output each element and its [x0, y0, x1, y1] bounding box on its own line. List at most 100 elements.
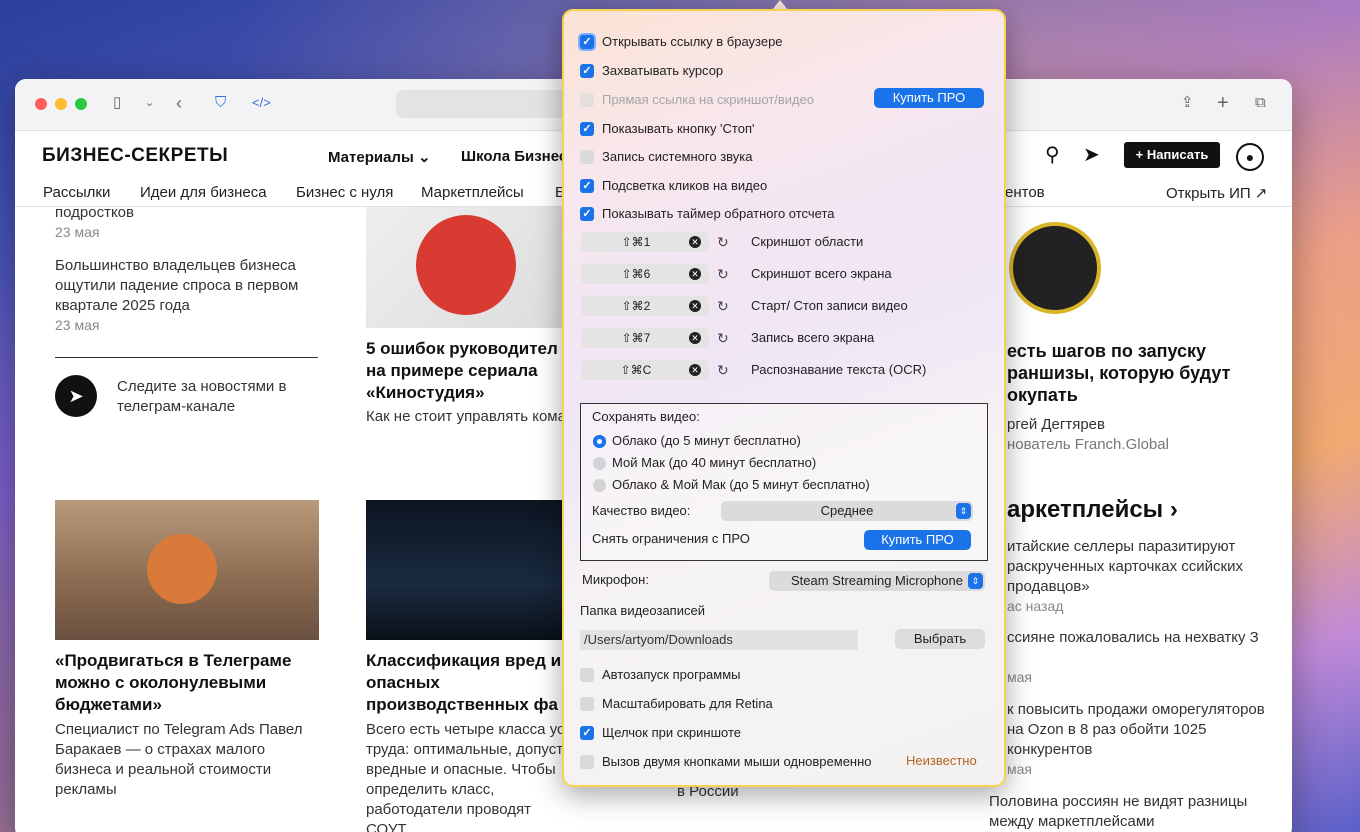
article-photo[interactable] [366, 500, 562, 640]
new-tab-icon[interactable]: + [1217, 93, 1229, 113]
hotkey-label: Старт/ Стоп записи видео [751, 298, 908, 313]
subnav-marketplaces[interactable]: Маркетплейсы [421, 184, 524, 201]
radio-selected-icon[interactable] [593, 435, 606, 448]
hotkey-field[interactable]: ⇧⌘C ✕ [581, 360, 709, 380]
nav-school[interactable]: Школа Бизнес [461, 148, 567, 165]
hotkey-keys: ⇧⌘2 [621, 299, 651, 313]
article-photo[interactable] [366, 207, 562, 328]
zoom-window-button[interactable] [75, 98, 87, 110]
clear-icon[interactable]: ✕ [689, 364, 701, 376]
settings-popup: ✓ Открывать ссылку в браузере ✓ Захватыв… [562, 9, 1006, 787]
author-photo[interactable] [1009, 222, 1101, 314]
subnav-open-ip[interactable]: Открыть ИП ↗ [1166, 184, 1267, 202]
checkbox-checked-icon[interactable]: ✓ [580, 35, 594, 49]
tabs-overview-icon[interactable]: ⧉ [1255, 93, 1266, 113]
checkbox-checked-icon[interactable]: ✓ [580, 122, 594, 136]
checkbox-checked-icon[interactable]: ✓ [580, 64, 594, 78]
author-role: нователь Franch.Global [1007, 436, 1169, 453]
checkbox-icon[interactable] [580, 150, 594, 164]
folder-path-field[interactable]: /Users/artyom/Downloads [580, 630, 858, 650]
share-icon[interactable]: ⇪ [1181, 93, 1194, 113]
buy-pro-button[interactable]: Купить ПРО [874, 88, 984, 108]
hotkey-field[interactable]: ⇧⌘2 ✕ [581, 296, 709, 316]
news-item[interactable]: ссияне пожаловались на нехватку З [1007, 628, 1267, 648]
site-logo[interactable]: БИЗНЕС-СЕКРЕТЫ [42, 145, 228, 167]
section-title-marketplaces[interactable]: аркетплейсы › [1007, 495, 1178, 525]
reset-icon[interactable]: ↻ [717, 328, 729, 348]
checkbox-checked-icon[interactable]: ✓ [580, 179, 594, 193]
hotkey-keys: ⇧⌘C [620, 363, 652, 377]
shield-icon[interactable]: ⛉ [215, 93, 226, 113]
checkbox-icon[interactable] [580, 755, 594, 769]
subnav-from-scratch[interactable]: Бизнес с нуля [296, 184, 393, 201]
telegram-icon[interactable]: ➤ [1083, 143, 1100, 167]
telegram-follow-link[interactable]: Следите за новостями в телеграм-канале [117, 377, 297, 417]
clear-icon[interactable]: ✕ [689, 332, 701, 344]
news-item[interactable]: Половина россиян не видят разницы между … [989, 792, 1269, 832]
subnav-partial-2[interactable]: ентов [1005, 184, 1045, 201]
hotkey-field[interactable]: ⇧⌘6 ✕ [581, 264, 709, 284]
search-icon[interactable]: ⚲ [1045, 143, 1060, 167]
article-title[interactable]: «Продвигаться в Телеграме можно с околон… [55, 650, 315, 716]
reset-icon[interactable]: ↻ [717, 296, 729, 316]
checkbox-icon[interactable] [580, 697, 594, 711]
status-unknown: Неизвестно [906, 753, 977, 768]
back-icon[interactable]: ‹ [176, 93, 182, 113]
subnav-newsletters[interactable]: Рассылки [43, 184, 110, 201]
news-item[interactable]: итайские селлеры паразитируют раскрученн… [1007, 537, 1267, 597]
subnav-ideas[interactable]: Идеи для бизнеса [140, 184, 267, 201]
radio-icon[interactable] [593, 479, 606, 492]
write-button[interactable]: + Написать [1124, 142, 1220, 168]
news-item-tail[interactable]: подростков [55, 203, 315, 223]
option-label: Масштабировать для Retina [602, 696, 773, 711]
news-item[interactable]: Большинство владельцев бизнеса ощутили п… [55, 256, 315, 316]
article-photo[interactable] [55, 500, 319, 640]
hotkey-label: Скриншот области [751, 234, 864, 249]
chevron-down-icon[interactable]: ⌄ [145, 93, 154, 113]
article-title[interactable]: Классификация вред и опасных производств… [366, 650, 566, 716]
microphone-select[interactable]: Steam Streaming Microphone ⇕ [769, 571, 985, 591]
code-icon[interactable]: </> [252, 93, 271, 113]
minimize-window-button[interactable] [55, 98, 67, 110]
option-label: Щелчок при скриншоте [602, 725, 742, 740]
telegram-channel-icon[interactable]: ➤ [55, 375, 97, 417]
hotkey-keys: ⇧⌘7 [621, 331, 651, 345]
reset-icon[interactable]: ↻ [717, 360, 729, 380]
hotkey-field[interactable]: ⇧⌘1 ✕ [581, 232, 709, 252]
radio-label-mac[interactable]: Мой Мак (до 40 минут бесплатно) [612, 454, 816, 472]
article-title[interactable]: 5 ошибок руководител на примере сериала … [366, 338, 566, 404]
reset-icon[interactable]: ↻ [717, 264, 729, 284]
option-label: Вызов двумя кнопками мыши одновременно [602, 754, 872, 769]
sidebar-icon[interactable]: ▯ [113, 93, 121, 113]
checkbox-checked-icon[interactable]: ✓ [580, 207, 594, 221]
hotkey-field[interactable]: ⇧⌘7 ✕ [581, 328, 709, 348]
person-figure [147, 534, 217, 604]
reset-icon[interactable]: ↻ [717, 232, 729, 252]
quality-select[interactable]: Среднее ⇕ [721, 501, 973, 521]
mic-label-text: Микрофон: [582, 572, 649, 587]
close-window-button[interactable] [35, 98, 47, 110]
radio-label-both[interactable]: Облако & Мой Мак (до 5 минут бесплатно) [612, 476, 870, 494]
option-label: Показывать кнопку 'Стоп' [602, 121, 755, 136]
option-label: Показывать таймер обратного отсчета [602, 206, 835, 221]
option-label: Подсветка кликов на видео [602, 178, 768, 193]
profile-icon[interactable]: ● [1236, 143, 1264, 171]
hotkey-label: Скриншот всего экрана [751, 266, 892, 281]
clear-icon[interactable]: ✕ [689, 236, 701, 248]
feature-title[interactable]: есть шагов по запуску раншизы, которую б… [1007, 340, 1247, 406]
mic-label: Микрофон: [582, 571, 649, 589]
clear-icon[interactable]: ✕ [689, 300, 701, 312]
save-video-panel: Сохранять видео: Облако (до 5 минут бесп… [580, 403, 988, 561]
hotkey-keys: ⇧⌘6 [621, 267, 651, 281]
radio-label-cloud[interactable]: Облако (до 5 минут бесплатно) [612, 432, 801, 450]
checkbox-icon[interactable] [580, 668, 594, 682]
unlock-label: Снять ограничения с ПРО [592, 531, 750, 546]
nav-materials[interactable]: Материалы ⌄ [328, 148, 431, 166]
checkbox-checked-icon[interactable]: ✓ [580, 726, 594, 740]
choose-folder-button[interactable]: Выбрать [895, 629, 985, 649]
radio-icon[interactable] [593, 457, 606, 470]
clear-icon[interactable]: ✕ [689, 268, 701, 280]
hotkey-row: ⇧⌘1 ✕ ↻ Скриншот области [564, 232, 1004, 252]
buy-pro-button[interactable]: Купить ПРО [864, 530, 971, 550]
news-item[interactable]: к повысить продажи оморегуляторов на Ozo… [1007, 700, 1267, 760]
